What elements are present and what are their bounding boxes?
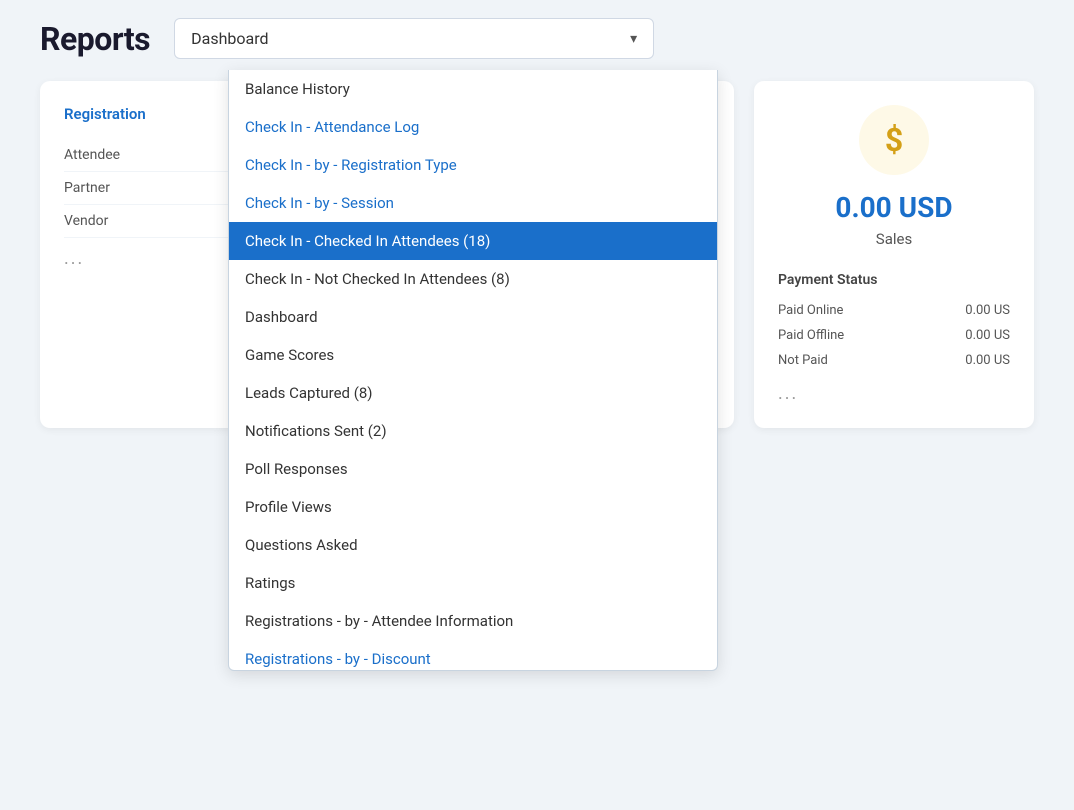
- dropdown-selected-value: Dashboard: [191, 29, 268, 48]
- chevron-down-icon: ▾: [630, 31, 637, 47]
- dropdown-list: Balance HistoryCheck In - Attendance Log…: [228, 70, 718, 671]
- list-item[interactable]: Questions Asked: [229, 526, 717, 564]
- list-item[interactable]: Balance History: [229, 70, 717, 108]
- list-item[interactable]: Check In - Not Checked In Attendees (8): [229, 260, 717, 298]
- sales-amount: 0.00 USD: [835, 191, 952, 224]
- more-payment-rows: ...: [778, 383, 1010, 404]
- dollar-sign-icon: $: [885, 121, 903, 159]
- payment-row-offline: Paid Offline 0.00 US: [778, 323, 1010, 348]
- payment-status-title: Payment Status: [778, 272, 1010, 288]
- header: Reports Dashboard ▾: [0, 0, 1074, 77]
- payment-status-section: Payment Status Paid Online 0.00 US Paid …: [778, 272, 1010, 404]
- sales-card: $ 0.00 USD Sales Payment Status Paid Onl…: [754, 81, 1034, 428]
- report-type-dropdown[interactable]: Dashboard ▾: [174, 18, 654, 59]
- payment-row-label: Paid Online: [778, 303, 843, 318]
- row-label: Partner: [64, 180, 110, 196]
- list-item[interactable]: Profile Views: [229, 488, 717, 526]
- list-item[interactable]: Check In - Attendance Log: [229, 108, 717, 146]
- list-item[interactable]: Notifications Sent (2): [229, 412, 717, 450]
- list-item[interactable]: Registrations - by - Discount: [229, 640, 717, 670]
- payment-row-online: Paid Online 0.00 US: [778, 298, 1010, 323]
- row-label: Attendee: [64, 147, 120, 163]
- page-container: Reports Dashboard ▾ Balance HistoryCheck…: [0, 0, 1074, 810]
- payment-row-label: Paid Offline: [778, 328, 844, 343]
- list-item[interactable]: Leads Captured (8): [229, 374, 717, 412]
- list-item[interactable]: Game Scores: [229, 336, 717, 374]
- row-label: Vendor: [64, 213, 108, 229]
- list-item[interactable]: Check In - Checked In Attendees (18): [229, 222, 717, 260]
- payment-row-value: 0.00 US: [965, 303, 1010, 318]
- list-item[interactable]: Check In - by - Session: [229, 184, 717, 222]
- list-item[interactable]: Poll Responses: [229, 450, 717, 488]
- page-title: Reports: [40, 20, 150, 58]
- dropdown-scrollable-area[interactable]: Balance HistoryCheck In - Attendance Log…: [229, 70, 717, 670]
- list-item[interactable]: Dashboard: [229, 298, 717, 336]
- payment-row-value: 0.00 US: [965, 353, 1010, 368]
- payment-row-label: Not Paid: [778, 353, 828, 368]
- list-item[interactable]: Registrations - by - Attendee Informatio…: [229, 602, 717, 640]
- payment-row-value: 0.00 US: [965, 328, 1010, 343]
- payment-row-not-paid: Not Paid 0.00 US: [778, 348, 1010, 373]
- list-item[interactable]: Check In - by - Registration Type: [229, 146, 717, 184]
- list-item[interactable]: Ratings: [229, 564, 717, 602]
- dollar-circle-icon: $: [859, 105, 929, 175]
- sales-label: Sales: [876, 230, 912, 248]
